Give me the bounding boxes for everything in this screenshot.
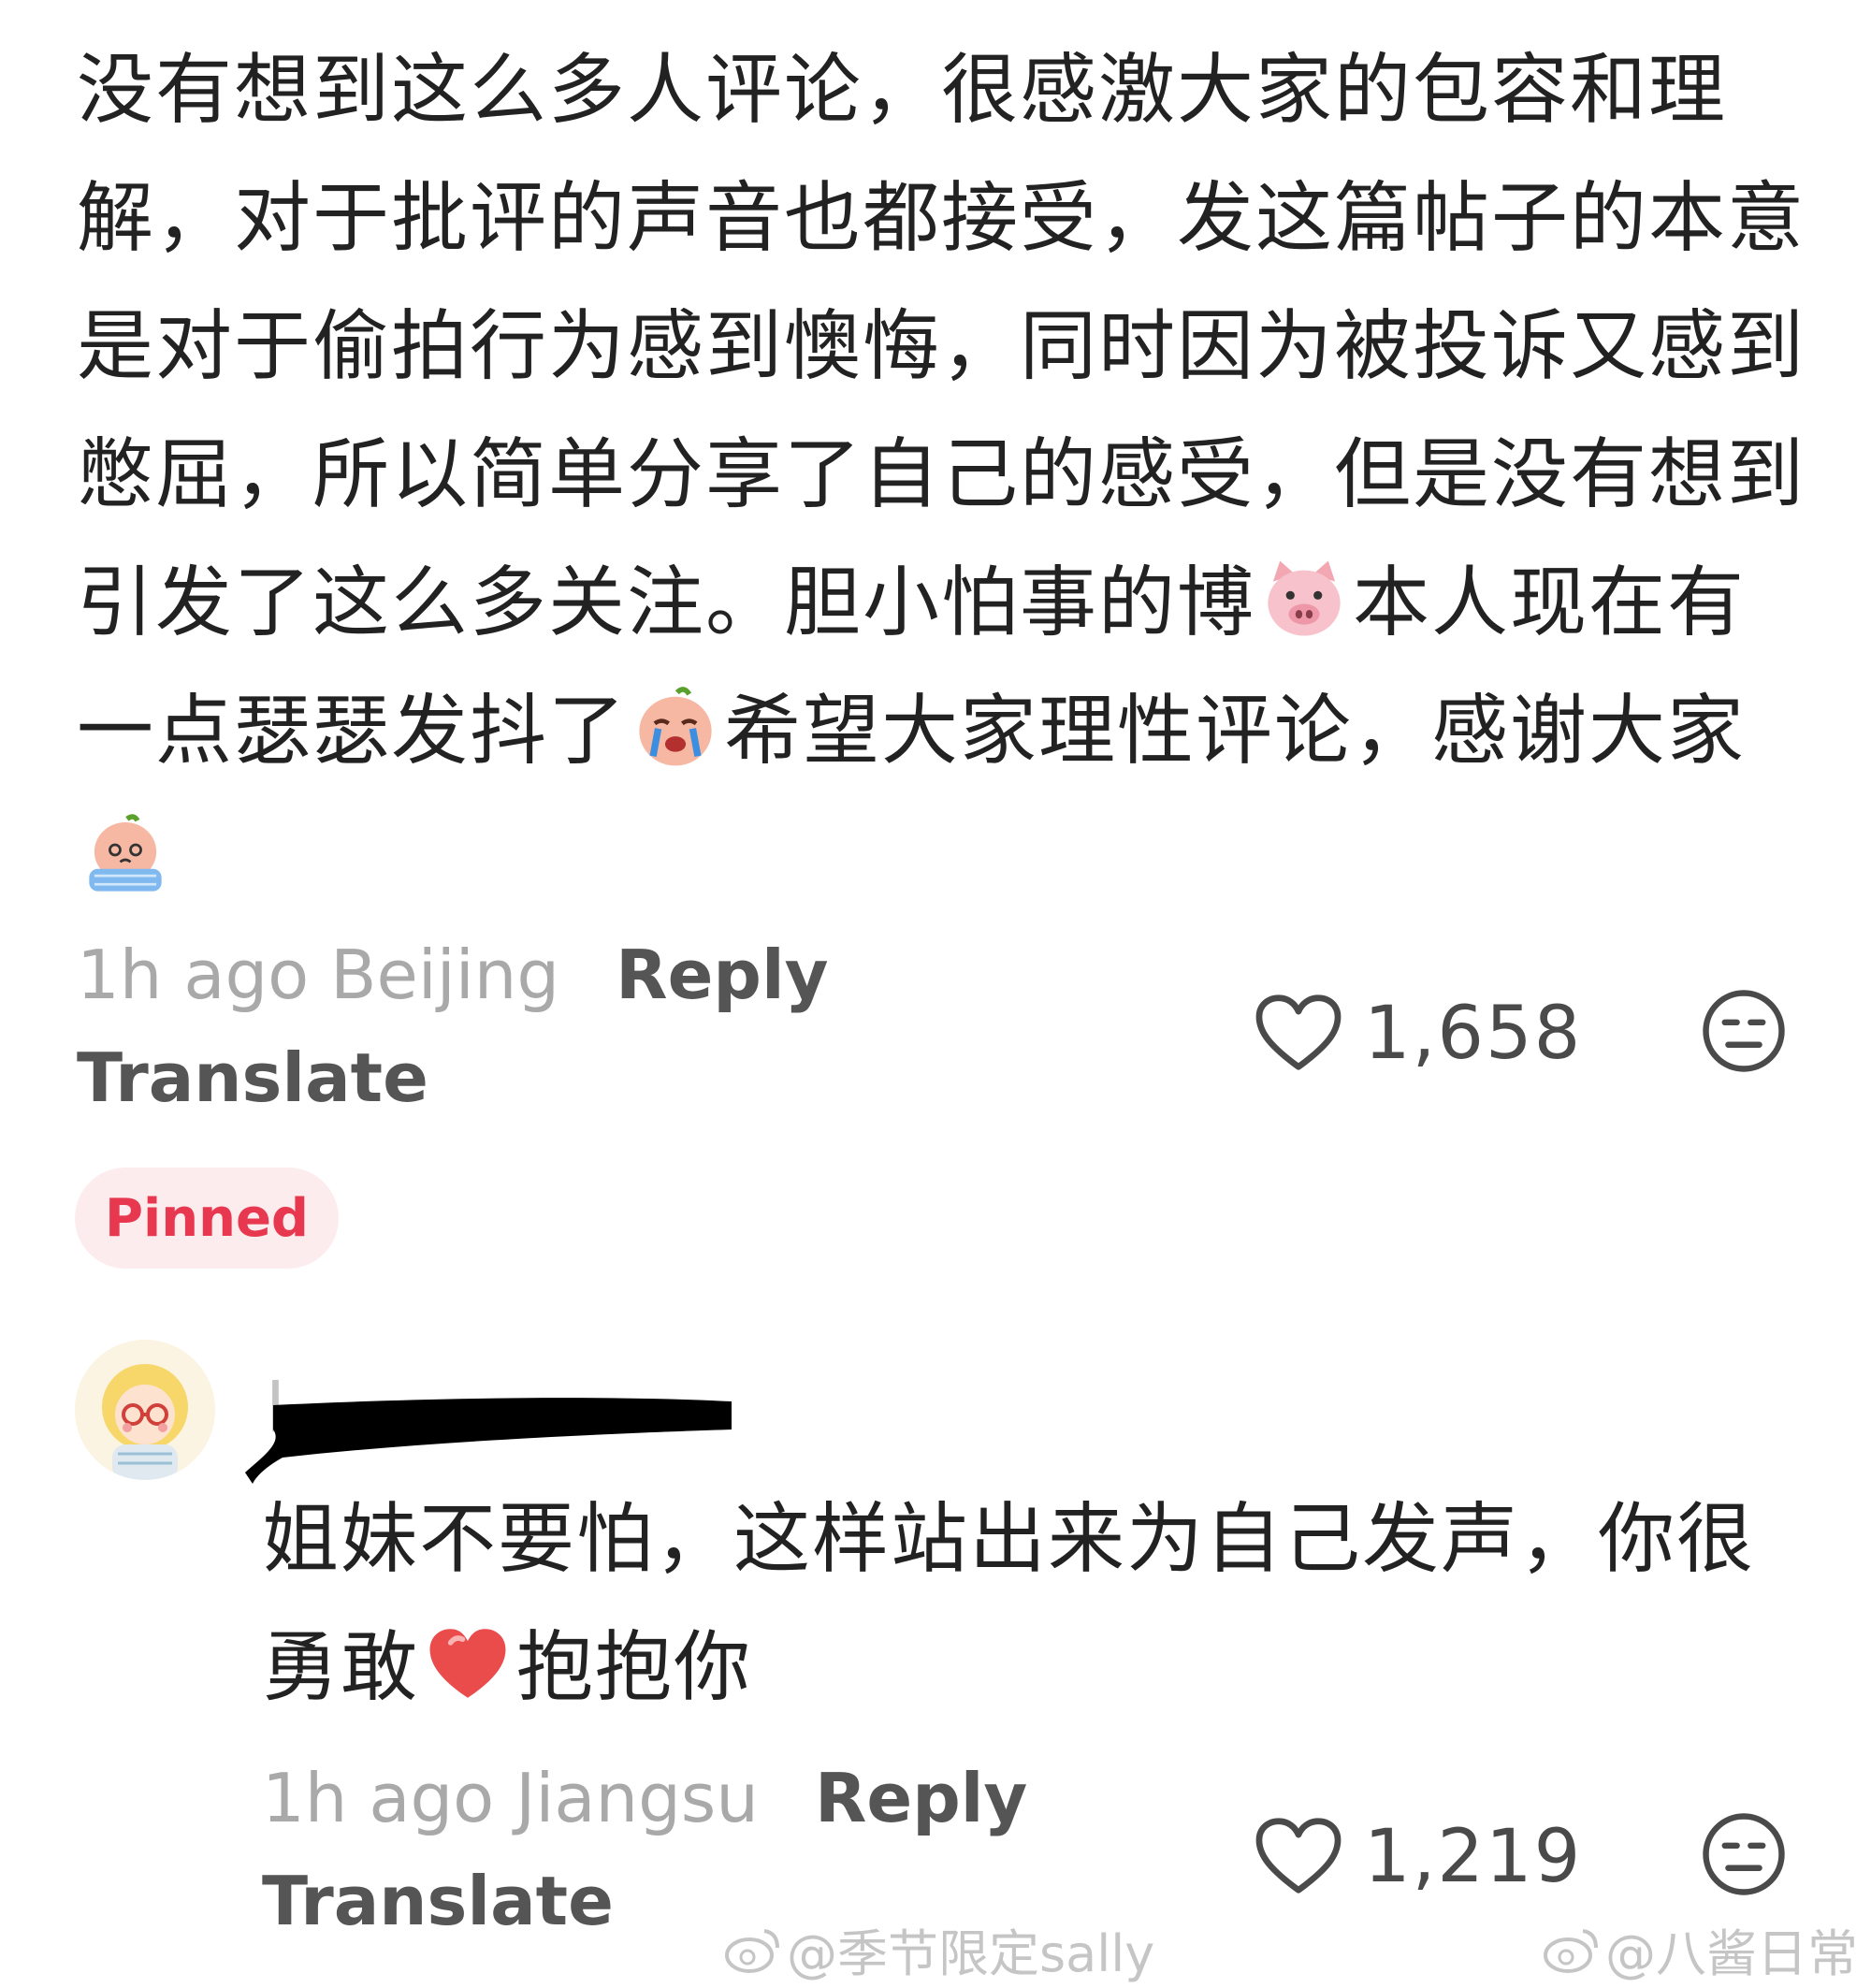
reply-comment-meta: 1h ago Jiangsu Reply (262, 1761, 1027, 1836)
reply-time-location: 1h ago Jiangsu (262, 1759, 759, 1837)
like-count: 1,658 (1364, 992, 1583, 1076)
heart-icon (1255, 1818, 1342, 1894)
reply-text-part-2: 抱抱你 (516, 1623, 753, 1712)
hug-heart-icon (429, 1629, 506, 1698)
dislike-face-icon[interactable] (1701, 988, 1787, 1074)
watermark-2-text: @八酱日常 (1605, 1924, 1858, 1983)
like-button[interactable]: 1,658 (1254, 992, 1582, 1076)
reply-button-2[interactable]: Reply (815, 1759, 1027, 1837)
username-redaction: l (245, 1368, 732, 1484)
comment-text: 没有想到这么多人评论，很感激大家的包容和理解，对于批评的声音也都接受，发这篇帖子… (77, 26, 1807, 923)
reply-comment-text: 姐妹不要怕，这样站出来为自己发声，你很勇敢 抱抱你 (262, 1475, 1806, 1732)
comment-text-part-1: 没有想到这么多人评论，很感激大家的包容和理解，对于批评的声音也都接受，发这篇帖子… (77, 46, 1806, 647)
comment-time-location: 1h ago Beijing (77, 936, 560, 1014)
pinned-badge: Pinned (75, 1168, 339, 1269)
watermark-1: @季节限定sally (725, 1912, 1154, 1986)
comment-text-part-3: 希望大家理性评论，感谢大家 (724, 687, 1747, 776)
crying-face-icon (639, 687, 712, 766)
reply-button[interactable]: Reply (616, 936, 828, 1014)
comment-meta: 1h ago Beijing Reply (77, 937, 829, 1012)
translate-button[interactable]: Translate (77, 1038, 428, 1117)
dislike-face-icon[interactable] (1701, 1811, 1787, 1897)
watermark-1-text: @季节限定sally (787, 1924, 1155, 1983)
pig-face-icon (1268, 560, 1341, 636)
tearful-face-icon (89, 814, 162, 892)
avatar[interactable] (75, 1340, 215, 1480)
heart-icon (1255, 994, 1342, 1070)
watermark-2: @八酱日常 (1544, 1912, 1858, 1986)
like-button-2[interactable]: 1,219 (1254, 1815, 1582, 1899)
avatar-illustration (75, 1340, 215, 1480)
like-count-2: 1,219 (1364, 1815, 1583, 1899)
translate-button-2[interactable]: Translate (262, 1862, 614, 1940)
weibo-logo-icon (725, 1928, 779, 1973)
weibo-logo-icon (1544, 1928, 1598, 1973)
